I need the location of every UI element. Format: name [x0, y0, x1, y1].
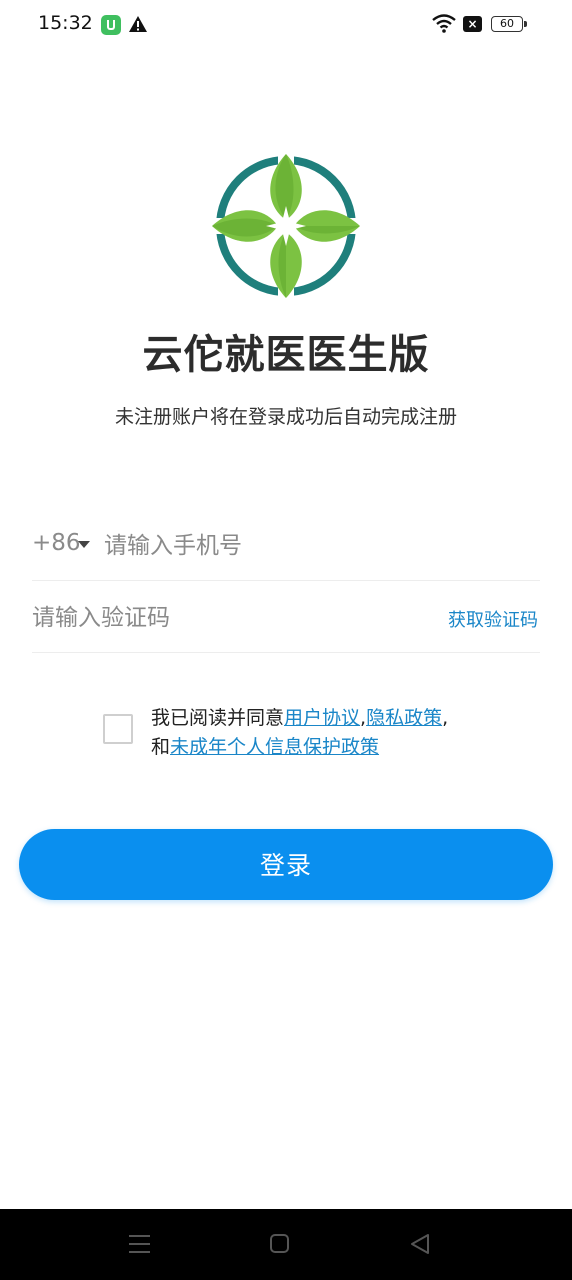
chevron-down-icon[interactable] [78, 541, 90, 548]
system-nav-bar [0, 1209, 572, 1280]
code-row: 获取验证码 [32, 588, 540, 653]
agreement-text: 我已阅读并同意用户协议,隐私政策, 和未成年个人信息保护政策 [151, 704, 491, 762]
phone-row: +86 [32, 516, 540, 581]
minor-policy-link[interactable]: 未成年个人信息保护政策 [170, 736, 379, 758]
menu-icon[interactable] [129, 1235, 150, 1253]
user-agreement-link[interactable]: 用户协议 [284, 707, 360, 729]
phone-input[interactable] [104, 526, 524, 566]
no-sim-icon: × [463, 16, 482, 32]
login-button[interactable]: 登录 [19, 829, 553, 900]
warning-icon [129, 16, 147, 32]
verification-code-input[interactable] [32, 598, 412, 638]
wifi-icon [432, 14, 456, 33]
app-logo-icon [212, 154, 360, 298]
country-code-selector[interactable]: +86 [32, 530, 81, 556]
agreement-checkbox[interactable] [103, 714, 133, 744]
battery-icon: 60 [491, 16, 527, 32]
agreement-comma: , [442, 707, 449, 729]
app-title: 云佗就医医生版 [142, 332, 430, 378]
get-code-button[interactable]: 获取验证码 [448, 606, 538, 632]
back-icon[interactable] [409, 1233, 431, 1255]
login-screen: 15:32 × 60 云佗就医医生版 未注册账户将在登录成功后自动完成注册 +8… [0, 0, 572, 1280]
app-notification-icon [101, 15, 121, 35]
agreement-prefix: 我已阅读并同意 [151, 707, 285, 729]
status-bar: 15:32 × 60 [0, 0, 572, 52]
agreement-and: 和 [151, 736, 171, 758]
battery-level: 60 [500, 17, 514, 30]
privacy-policy-link[interactable]: 隐私政策 [366, 707, 442, 729]
home-icon[interactable] [270, 1234, 289, 1253]
status-time: 15:32 [38, 12, 93, 34]
app-subtitle: 未注册账户将在登录成功后自动完成注册 [114, 406, 457, 428]
